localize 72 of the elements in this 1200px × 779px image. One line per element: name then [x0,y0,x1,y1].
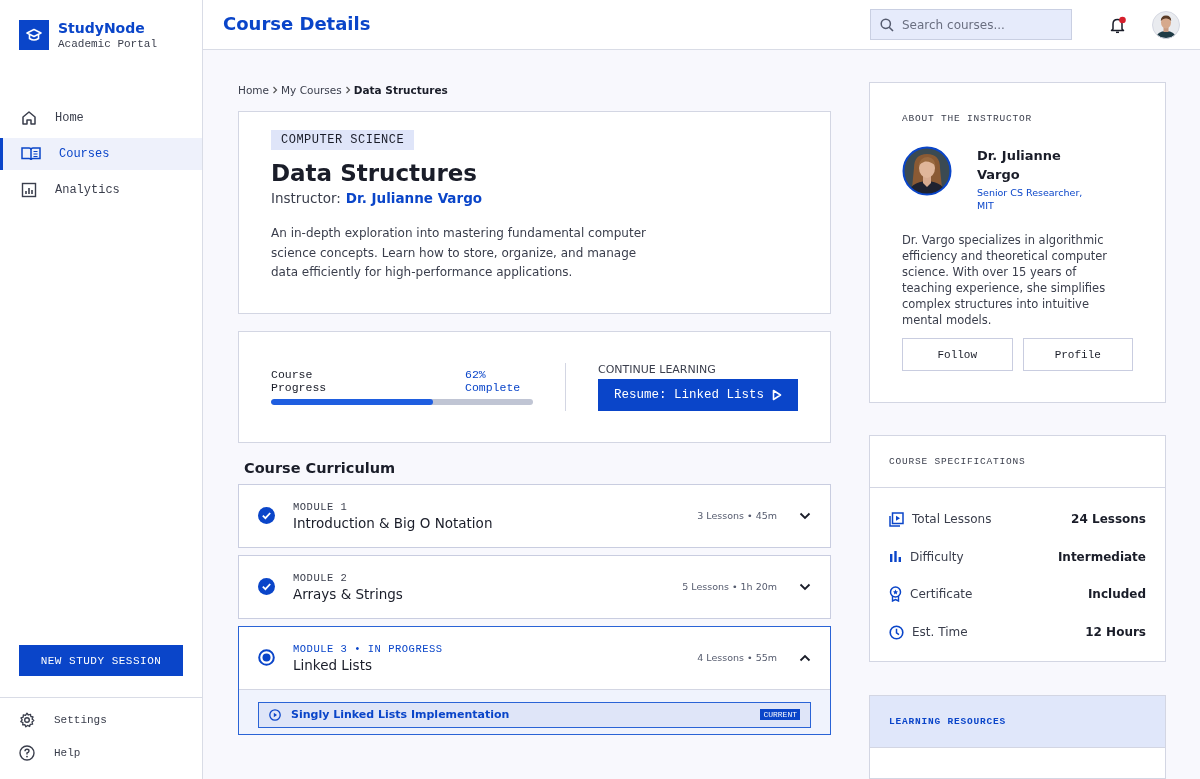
module-title: Arrays & Strings [293,585,404,602]
lesson-title: Singly Linked Lists Implementation [291,708,511,721]
new-study-session-button[interactable]: NEW STUDY SESSION [19,645,183,676]
progress-reading: 62% Complete [465,368,522,394]
spec-label: Total Lessons [912,512,993,527]
course-description: An in-depth exploration into mastering fundamental computer science concepts. Learn how to store, organize, and manage data efficiently for high-performance applications. [271,225,647,281]
spec-label: Difficulty [910,549,965,564]
instructor-name: Dr. Julianne Vargo [977,147,1062,184]
instructor-bio: Dr. Vargo specializes in algorithmic efficiency and theoretical computer science. With over 15 years of teaching experience, she simplifies complex structures into intuitive mental models. [902,232,1108,328]
current-badge: CURRENT [760,709,800,720]
module-label: MODULE 1 [293,500,349,513]
chevron-icon[interactable] [799,582,811,591]
course-title: Data Structures [271,160,479,186]
bar-chart-icon [21,182,37,198]
spec-value: Intermediate [1057,549,1146,564]
help-icon [19,745,35,761]
footer-link[interactable]: Help [0,745,202,761]
play-icon [772,388,782,401]
brand-name: StudyNode [58,20,146,36]
breadcrumb-separator-icon [272,86,278,94]
nav-item[interactable]: Courses [0,138,202,170]
category-tag: COMPUTER SCIENCE [271,130,415,150]
module-label: MODULE 2 [293,571,349,584]
nav-item[interactable]: Home [0,102,202,134]
card-heading: COURSE SPECIFICATIONS [889,456,1026,468]
chevron-icon[interactable] [799,511,811,520]
outline-button[interactable]: Follow [902,338,1013,371]
book-icon [21,146,41,162]
section-title: Course Curriculum [244,459,397,476]
spec-value: 24 Lessons [1071,512,1146,527]
instructor-link[interactable]: Dr. Julianne Vargo [345,190,483,206]
instructor-label: Instructor: [271,190,341,206]
breadcrumb-link[interactable]: Home [238,84,269,96]
bar-chart-icon [889,550,902,564]
nav-item[interactable]: Analytics [0,174,202,206]
video-library-icon [889,511,904,527]
module-card[interactable]: MODULE 1 Introduction & Big O Notation 3 Lessons • 45m [238,483,831,548]
resume-button[interactable]: Resume: Linked Lists [598,378,798,411]
card-heading: LEARNING RESOURCES [889,716,1007,727]
clock-icon [889,624,904,640]
outline-button[interactable]: Profile [1022,338,1133,371]
graduation-cap-logo-icon [19,20,49,50]
spec-value: 12 Hours [1085,625,1146,640]
notification-bell-icon[interactable] [1109,15,1127,34]
module-title: Introduction & Big O Notation [293,514,494,531]
lesson-row[interactable]: Singly Linked Lists Implementation CURRENT [258,701,811,728]
search-field[interactable]: Search courses... [870,9,1072,40]
brand-subtitle: Academic Portal [58,38,158,50]
module-label: MODULE 3 • IN PROGRESS [293,642,444,655]
settings-icon [19,712,35,728]
award-ribbon-icon [889,586,902,603]
continue-learning-label: CONTINUE LEARNING [598,362,717,376]
breadcrumb-link[interactable]: My Courses [281,84,342,96]
instructor-role: Senior CS Researcher, MIT [977,186,1084,212]
page-title: Course Details [223,13,372,34]
play-circle-icon [269,708,281,721]
module-card[interactable]: MODULE 2 Arrays & Strings 5 Lessons • 1h 20m [238,554,831,619]
spec-value: Included [1087,587,1146,602]
breadcrumb-separator-icon [344,86,351,94]
module-meta: 3 Lessons • 45m [697,510,777,521]
footer-link[interactable]: Settings [0,712,202,728]
spec-label: Certificate [910,587,974,602]
module-card[interactable]: MODULE 3 • IN PROGRESS Linked Lists 4 Lessons • 55m Singly Linked Lists Implementation CURRENT [238,625,831,735]
module-title: Linked Lists [293,656,373,673]
spec-label: Est. Time [912,625,969,640]
chevron-icon[interactable] [799,653,811,662]
module-meta: 5 Lessons • 1h 20m [682,581,777,592]
card-heading: ABOUT THE INSTRUCTOR [902,113,1034,124]
home-icon [21,110,37,126]
module-meta: 4 Lessons • 55m [697,652,777,663]
progress-label: Course Progress [271,368,328,394]
breadcrumb-link[interactable]: Data Structures [353,84,448,96]
